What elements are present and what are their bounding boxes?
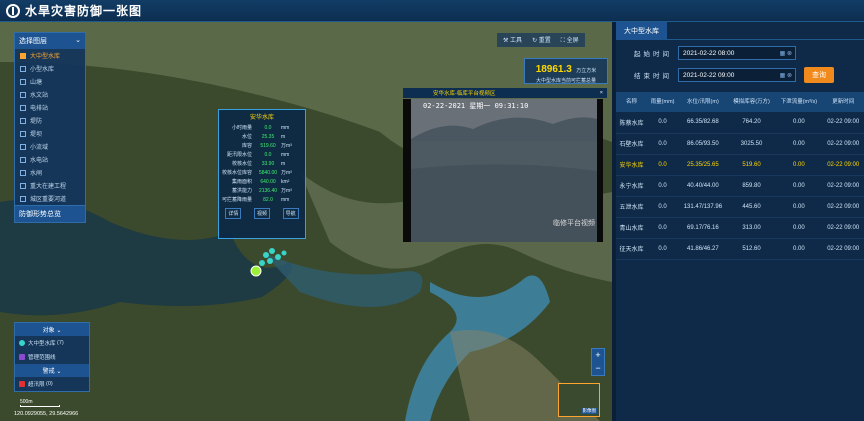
reservoir-popup: 安华水库 小时雨量 0.0 mm 水位 25.35 m 库容 519.60 万m³ 距汛限水…	[218, 109, 306, 239]
popup-row: 距汛限水位 0.0 mm	[226, 151, 290, 159]
video-header: 安华水库-临库平台视频区 ×	[403, 88, 607, 98]
start-time-label: 起始时间	[634, 51, 672, 58]
video-timestamp: 02-22-2021 星期一 09:31:10	[423, 102, 529, 110]
checkbox-icon[interactable]	[20, 182, 26, 189]
app-logo-icon	[6, 3, 20, 18]
scale-bar: 500m	[20, 399, 60, 407]
layer-item[interactable]: 小型水库	[15, 62, 85, 75]
legend-warning-header[interactable]: 警戒 ⌄	[15, 364, 89, 377]
table-row-selected[interactable]: 安华水库 0.0 25.35/25.65 519.60 0.00 02-22 09:00	[616, 154, 864, 176]
storage-stat-box: 18961.3 万立方米 大中型水库当前可拦蓄总量	[524, 58, 608, 84]
layer-panel-header[interactable]: 选择图层 ⌄	[15, 33, 85, 49]
checkbox-icon[interactable]	[20, 104, 26, 111]
layer-panel: 选择图层 ⌄ 大中型水库 小型水库 山塘 水文站 电排站 堤防 堤坝 小流域 水电…	[14, 32, 86, 223]
calendar-icon[interactable]: ▦ ⊗	[780, 50, 792, 57]
basemap-switcher[interactable]: 影像图	[558, 383, 600, 417]
checkbox-icon[interactable]	[20, 91, 26, 98]
popup-row: 水位 25.35 m	[241, 133, 286, 141]
storage-value: 18961.3	[535, 64, 572, 75]
map-view[interactable]: 选择图层 ⌄ 大中型水库 小型水库 山塘 水文站 电排站 堤防 堤坝 小流域 水电…	[0, 22, 612, 421]
basemap-label: 影像图	[581, 408, 597, 414]
chevron-down-icon: ⌄	[75, 37, 81, 44]
reservoir-table: 名称 雨量(mm) 水位/汛限(m) 模拟库容(万方) 下泄流量(m³/s) 更新时间 陈…	[616, 92, 864, 260]
layer-item[interactable]: 水电站	[15, 153, 85, 166]
storage-label: 大中型水库当前可拦蓄总量	[535, 78, 596, 84]
table-row[interactable]: 陈蔡水库 0.0 66.35/82.68 764.20 0.00 02-22 09:00	[616, 112, 864, 134]
layer-item[interactable]: 大中型水库	[15, 49, 85, 62]
storage-unit: 万立方米	[576, 68, 597, 74]
app-header: 水旱灾害防御一张图	[0, 0, 864, 22]
video-feed[interactable]: 02-22-2021 星期一 09:31:10 临修平台视频	[403, 99, 603, 242]
legend-object-header[interactable]: 对象 ⌄	[15, 323, 89, 336]
table-row[interactable]: 青山水库 0.0 69.17/76.16 313.00 0.00 02-22 09:00	[616, 217, 864, 239]
tab-large-reservoir[interactable]: 大中型水库	[616, 21, 667, 40]
reservoir-marker-cluster[interactable]	[240, 237, 300, 287]
end-time-label: 结束时间	[634, 73, 672, 80]
query-button[interactable]: 查询	[804, 67, 834, 83]
checkbox-icon[interactable]	[20, 78, 26, 85]
popup-row: 集雨面积 640.00 km²	[231, 178, 290, 186]
video-button[interactable]: 视频	[253, 208, 270, 219]
layer-panel-title: 选择图层	[19, 38, 47, 45]
layer-item[interactable]: 堤防	[15, 114, 85, 127]
popup-row: 小时雨量 0.0 mm	[231, 124, 290, 132]
checkbox-icon[interactable]	[20, 195, 26, 202]
layer-item[interactable]: 水闸	[15, 166, 85, 179]
popup-row: 校核水位库容 5840.00 万m³	[221, 169, 292, 177]
popup-title: 安华水库	[249, 115, 274, 121]
layer-item[interactable]: 堤坝	[15, 127, 85, 140]
end-time-input[interactable]: 2021-02-22 09:00 ▦ ⊗	[678, 68, 796, 82]
warning-flag-icon	[19, 381, 25, 387]
checkbox-icon[interactable]	[20, 65, 26, 72]
legend-item[interactable]: 管理范围线	[15, 350, 89, 364]
layer-item[interactable]: 水文站	[15, 88, 85, 101]
table-row[interactable]: 五泄水库 0.0 131.47/137.96 445.60 0.00 02-22 09:0…	[616, 196, 864, 218]
layer-item[interactable]: 重大在建工程	[15, 179, 85, 192]
checkbox-icon[interactable]	[20, 156, 26, 163]
legend-panel: 对象 ⌄ 大中型水库 (7) 管理范围线 警戒 ⌄ 超汛限 (0)	[14, 322, 90, 392]
table-row[interactable]: 征天水库 0.0 41.86/46.27 512.60 0.00 02-22 09:00	[616, 238, 864, 260]
layer-item[interactable]: 山塘	[15, 75, 85, 88]
checkbox-icon[interactable]	[20, 169, 26, 176]
popup-row: 可拦蓄降雨量 82.0 mm	[221, 196, 290, 204]
calendar-icon[interactable]: ▦ ⊗	[780, 72, 792, 79]
boundary-line-icon	[19, 354, 25, 360]
popup-row: 蓄洪能力 2136.40 万m³	[231, 187, 292, 195]
detail-button[interactable]: 详情	[225, 208, 242, 219]
checkbox-icon[interactable]	[20, 143, 26, 150]
layer-item[interactable]: 小流域	[15, 140, 85, 153]
popup-row: 库容 519.60 万m³	[241, 142, 292, 150]
close-icon[interactable]: ×	[600, 90, 603, 96]
start-time-input[interactable]: 2021-02-22 08:00 ▦ ⊗	[678, 46, 796, 60]
coordinate-readout: 120.0929055, 29.5642966	[14, 411, 79, 417]
tool-button[interactable]: ⚒ 工具	[503, 35, 522, 45]
legend-item[interactable]: 超汛限 (0)	[15, 377, 89, 391]
layer-item[interactable]: 电排站	[15, 101, 85, 114]
reservoir-dot-icon	[19, 340, 25, 346]
fullscreen-button[interactable]: ⛶ 全屏	[561, 35, 579, 45]
checkbox-icon[interactable]	[20, 52, 26, 59]
reset-button[interactable]: ↻ 重置	[532, 35, 551, 45]
app-title: 水旱灾害防御一张图	[25, 4, 143, 18]
map-toolbar: ⚒ 工具 ↻ 重置 ⛶ 全屏	[497, 33, 585, 47]
navigate-button[interactable]: 导航	[282, 208, 299, 219]
reservoir-panel: 大中型水库 起始时间 2021-02-22 08:00 ▦ ⊗ 结束时间 2021…	[616, 21, 864, 421]
zoom-control: + −	[591, 348, 605, 376]
checkbox-icon[interactable]	[20, 130, 26, 137]
table-row[interactable]: 石壁水库 0.0 86.05/93.50 3025.50 0.00 02-22 09:00	[616, 133, 864, 155]
layer-item[interactable]: 城区重要河道	[15, 192, 85, 205]
legend-item[interactable]: 大中型水库 (7)	[15, 336, 89, 350]
video-title: 安华水库-临库平台视频区	[433, 91, 496, 97]
zoom-in-button[interactable]: +	[592, 349, 604, 362]
table-row[interactable]: 永宁水库 0.0 40.40/44.00 859.80 0.00 02-22 09:00	[616, 175, 864, 197]
video-watermark: 临修平台视频	[553, 220, 595, 227]
zoom-out-button[interactable]: −	[592, 362, 604, 375]
defense-overview-button[interactable]: 防御形势总览	[15, 205, 85, 222]
popup-row: 校核水位 33.90 m	[231, 160, 286, 168]
checkbox-icon[interactable]	[20, 117, 26, 124]
